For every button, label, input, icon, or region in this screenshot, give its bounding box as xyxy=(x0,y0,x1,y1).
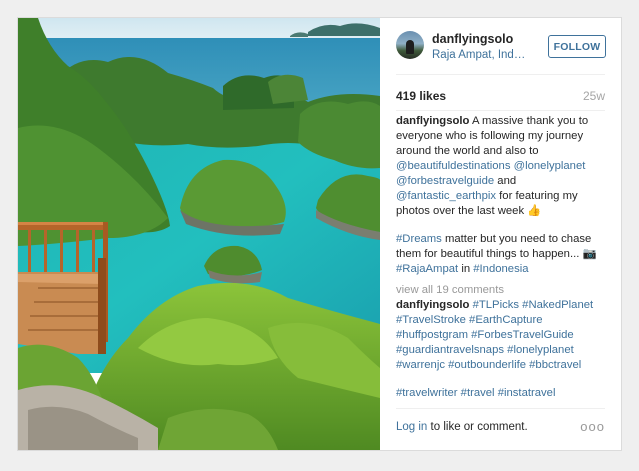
post-photo[interactable] xyxy=(18,18,380,450)
comment-hashtags-block: #travelwriter #travel #instatravel #trav… xyxy=(396,386,608,402)
comment-username[interactable]: danflyingsolo xyxy=(396,299,469,311)
post-side-panel: danflyingsolo Raja Ampat, Indonesia FOLL… xyxy=(380,18,621,450)
login-text: to like or comment. xyxy=(430,421,528,433)
post-header: danflyingsolo Raja Ampat, Indonesia FOLL… xyxy=(380,18,621,74)
avatar-person-silhouette xyxy=(406,40,414,54)
location-link[interactable]: Raja Ampat, Indonesia xyxy=(432,49,528,61)
login-link[interactable]: Log in xyxy=(396,421,427,433)
caption: danflyingsolo A massive thank you to eve… xyxy=(396,114,608,219)
raja-ampat-landscape-image xyxy=(18,18,380,450)
mention-fantastic-earthpix[interactable]: @fantastic_earthpix xyxy=(396,190,496,202)
header-divider xyxy=(396,74,605,75)
view-all-comments-link[interactable]: view all 19 comments xyxy=(396,283,608,298)
post-age[interactable]: 25w xyxy=(583,89,605,103)
mention-beautifuldestinations[interactable]: @beautifuldestinations xyxy=(396,160,510,172)
post-footer: Log in to like or comment. ooo xyxy=(380,408,621,450)
instagram-post-card: danflyingsolo Raja Ampat, Indonesia FOLL… xyxy=(17,17,622,451)
likes-divider xyxy=(396,110,605,111)
hashtag-indonesia[interactable]: #Indonesia xyxy=(473,263,528,275)
hashtag-rajaampat[interactable]: #RajaAmpat xyxy=(396,263,458,275)
username-link[interactable]: danflyingsolo xyxy=(432,32,513,46)
hashtag-dreams[interactable]: #Dreams xyxy=(396,233,442,245)
caption-gap xyxy=(396,219,608,232)
comment: danflyingsolo #TLPicks #NakedPlanet #Tra… xyxy=(396,298,608,373)
caption-username[interactable]: danflyingsolo xyxy=(396,115,469,127)
likes-count[interactable]: 419 likes xyxy=(396,89,446,103)
comment-hashtags-2[interactable]: #travelwriter #travel #instatravel #trav… xyxy=(396,387,586,402)
avatar[interactable] xyxy=(396,31,424,59)
login-prompt: Log in to like or comment. xyxy=(396,421,528,433)
thumbs-up-emoji-icon: 👍 xyxy=(527,205,542,217)
comment-gap xyxy=(396,373,608,386)
comments-section[interactable]: danflyingsolo A massive thank you to eve… xyxy=(396,114,608,402)
caption-second-paragraph: #Dreams matter but you need to chase the… xyxy=(396,232,608,277)
caption-and: and xyxy=(497,175,517,187)
camera-emoji-icon: 📷 xyxy=(582,248,597,260)
caption-in: in xyxy=(461,263,471,275)
more-options-icon[interactable]: ooo xyxy=(580,419,605,434)
likes-row: 419 likes 25w xyxy=(396,89,605,105)
mention-lonelyplanet[interactable]: @lonelyplanet xyxy=(514,160,586,172)
follow-button[interactable]: FOLLOW xyxy=(548,35,606,58)
mention-forbestravelguide[interactable]: @forbestravelguide xyxy=(396,175,494,187)
